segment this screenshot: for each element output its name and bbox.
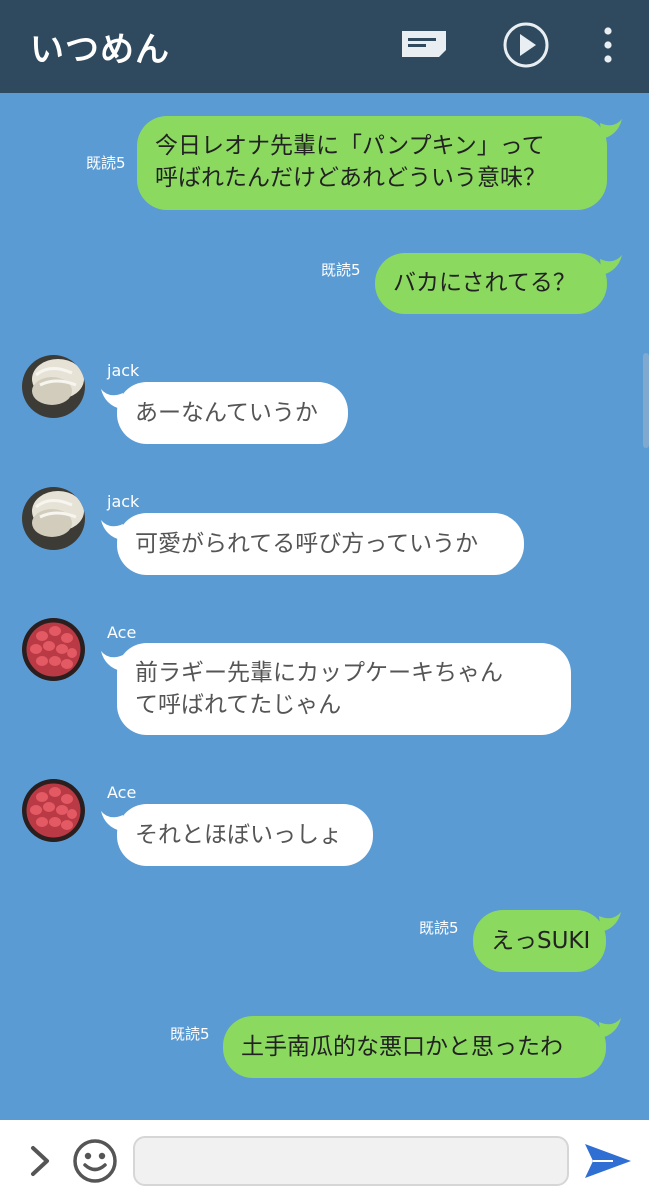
blond-hair-avatar-icon [22, 487, 85, 550]
strawberry-tart-avatar-icon [22, 618, 85, 681]
bubble-tail [599, 912, 621, 932]
emoji-icon[interactable] [71, 1137, 119, 1185]
incoming-message[interactable]: 可愛がられてる呼び方っていうか [117, 513, 524, 575]
bubble-tail [600, 119, 622, 139]
message-line: 可愛がられてる呼び方っていうか [135, 531, 479, 557]
avatar-jack[interactable] [22, 487, 85, 550]
avatar-ace[interactable] [22, 779, 85, 842]
message-line: それとほぼいっしょ [135, 822, 342, 848]
notes-icon[interactable] [399, 28, 449, 60]
message-line: えっSUKI [491, 928, 591, 954]
strawberry-tart-avatar-icon [22, 779, 85, 842]
sender-name: jack [107, 492, 140, 511]
outgoing-message[interactable]: バカにされてる？ [375, 253, 607, 314]
message-line: 前ラギー先輩にカップケーキちゃん [135, 660, 503, 686]
scrollbar[interactable] [643, 353, 649, 448]
incoming-message[interactable]: それとほぼいっしょ [117, 804, 373, 866]
message-line: バカにされてる？ [393, 270, 576, 296]
send-icon[interactable] [583, 1141, 633, 1181]
sender-name: jack [107, 361, 140, 380]
message-input[interactable] [133, 1136, 569, 1186]
avatar-jack[interactable] [22, 355, 85, 418]
outgoing-message[interactable]: 今日レオナ先輩に「パンプキン」って 呼ばれたんだけどあれどういう意味？ [137, 116, 607, 210]
incoming-message[interactable]: 前ラギー先輩にカップケーキちゃん て呼ばれてたじゃん [117, 643, 571, 735]
composer-bar [0, 1120, 649, 1200]
sender-name: Ace [107, 783, 137, 802]
blond-hair-avatar-icon [22, 355, 85, 418]
outgoing-message[interactable]: えっSUKI [473, 910, 606, 972]
read-receipt: 既読5 [321, 261, 361, 279]
sender-name: Ace [107, 623, 137, 642]
play-circle-icon[interactable] [501, 20, 551, 70]
chat-title: いつめん [30, 30, 170, 70]
message-line: て呼ばれてたじゃん [135, 692, 342, 718]
read-receipt: 既読5 [86, 154, 126, 172]
outgoing-message[interactable]: 土手南瓜的な悪口かと思ったわ [223, 1016, 606, 1078]
bubble-tail [600, 255, 622, 275]
message-list[interactable]: 既読5 今日レオナ先輩に「パンプキン」って 呼ばれたんだけどあれどういう意味？ … [0, 93, 649, 1120]
incoming-message[interactable]: あーなんていうか [117, 382, 348, 444]
read-receipt: 既読5 [419, 919, 459, 937]
avatar-ace[interactable] [22, 618, 85, 681]
expand-chevron-icon[interactable] [28, 1144, 54, 1178]
more-vertical-icon[interactable] [596, 26, 620, 64]
bubble-tail [599, 1018, 621, 1038]
message-line: 呼ばれたんだけどあれどういう意味？ [155, 165, 546, 191]
message-line: 今日レオナ先輩に「パンプキン」って [155, 133, 545, 159]
chat-header: いつめん [0, 0, 649, 93]
read-receipt: 既読5 [170, 1025, 210, 1043]
message-line: あーなんていうか [135, 400, 318, 426]
message-line: 土手南瓜的な悪口かと思ったわ [241, 1034, 563, 1060]
